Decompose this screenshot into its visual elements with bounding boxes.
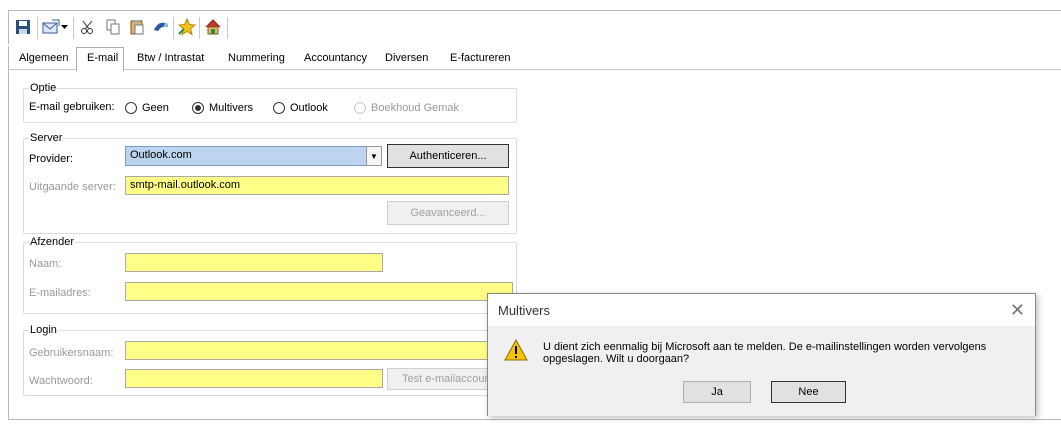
tab-efactureren[interactable]: E-factureren	[450, 52, 511, 64]
provider-value: Outlook.com	[130, 149, 192, 161]
radio-multivers-label[interactable]: Multivers	[209, 102, 253, 114]
password-label: Wachtwoord:	[29, 375, 93, 387]
group-title-server: Server	[29, 132, 64, 144]
radio-boekhoud-gemak	[354, 102, 366, 114]
radio-outlook-label[interactable]: Outlook	[290, 102, 328, 114]
outgoing-server-value: smtp-mail.outlook.com	[130, 179, 241, 191]
email-usage-label: E-mail gebruiken:	[29, 101, 115, 113]
tab-nummering[interactable]: Nummering	[228, 52, 285, 64]
password-input[interactable]	[125, 369, 383, 388]
toolbar-separator	[227, 17, 228, 39]
cut-icon[interactable]	[78, 17, 98, 37]
tab-accountancy[interactable]: Accountancy	[304, 52, 367, 64]
toolbar-separator	[37, 17, 38, 39]
group-title-afzender: Afzender	[29, 236, 76, 248]
outgoing-server-input[interactable]: smtp-mail.outlook.com	[125, 176, 509, 195]
toolbar-separator	[199, 17, 200, 39]
dialog-body	[488, 326, 1035, 416]
username-label: Gebruikersnaam:	[29, 347, 114, 359]
radio-geen[interactable]	[125, 102, 137, 114]
tab-btw-intrastat[interactable]: Btw / Intrastat	[137, 52, 204, 64]
group-title-login: Login	[29, 324, 58, 336]
confirm-dialog: Multivers ✕ U dient zich eenmalig bij Mi…	[487, 293, 1036, 416]
toolbar	[8, 10, 1061, 44]
radio-boekhoud-gemak-label: Boekhoud Gemak	[371, 102, 460, 114]
warning-icon	[504, 338, 528, 365]
radio-geen-label[interactable]: Geen	[142, 102, 169, 114]
no-button[interactable]: Nee	[771, 381, 846, 403]
radio-multivers[interactable]	[192, 102, 204, 114]
authenticate-button[interactable]: Authenticeren...	[387, 144, 509, 168]
tab-email[interactable]: E-mail	[87, 52, 118, 64]
advanced-button: Geavanceerd...	[387, 201, 509, 225]
outgoing-server-label: Uitgaande server:	[29, 181, 116, 193]
chevron-down-icon[interactable]: ▼	[366, 146, 382, 166]
house-icon[interactable]	[203, 17, 223, 37]
star-icon[interactable]	[177, 17, 197, 37]
toolbar-separator	[173, 17, 174, 39]
paste-icon[interactable]	[127, 17, 147, 37]
radio-outlook[interactable]	[273, 102, 285, 114]
yes-label: Ja	[711, 386, 723, 398]
save-icon[interactable]	[13, 17, 33, 37]
dialog-title: Multivers	[498, 303, 551, 318]
group-title-optie: Optie	[29, 82, 58, 94]
no-label: Nee	[798, 386, 819, 398]
email-icon[interactable]	[41, 17, 61, 37]
dialog-message: U dient zich eenmalig bij Microsoft aan …	[543, 341, 987, 365]
test-email-label: Test e-mailaccount	[402, 373, 494, 385]
name-label: Naam:	[29, 258, 62, 270]
copy-icon[interactable]	[103, 17, 123, 37]
email-address-label: E-mailadres:	[29, 287, 91, 299]
close-icon[interactable]: ✕	[1010, 300, 1025, 321]
advanced-label: Geavanceerd...	[410, 207, 486, 219]
name-input[interactable]	[125, 253, 383, 272]
authenticate-label: Authenticeren...	[409, 150, 487, 162]
yes-button[interactable]: Ja	[683, 381, 751, 403]
email-address-input[interactable]	[125, 282, 513, 301]
username-input[interactable]	[125, 341, 513, 360]
link-icon[interactable]	[151, 17, 171, 37]
toolbar-separator	[73, 17, 74, 39]
tab-diversen[interactable]: Diversen	[385, 52, 428, 64]
dropdown-arrow-icon[interactable]	[59, 17, 69, 37]
provider-select[interactable]: Outlook.com	[125, 146, 367, 166]
tab-algemeen[interactable]: Algemeen	[19, 52, 69, 64]
provider-label: Provider:	[29, 153, 74, 165]
